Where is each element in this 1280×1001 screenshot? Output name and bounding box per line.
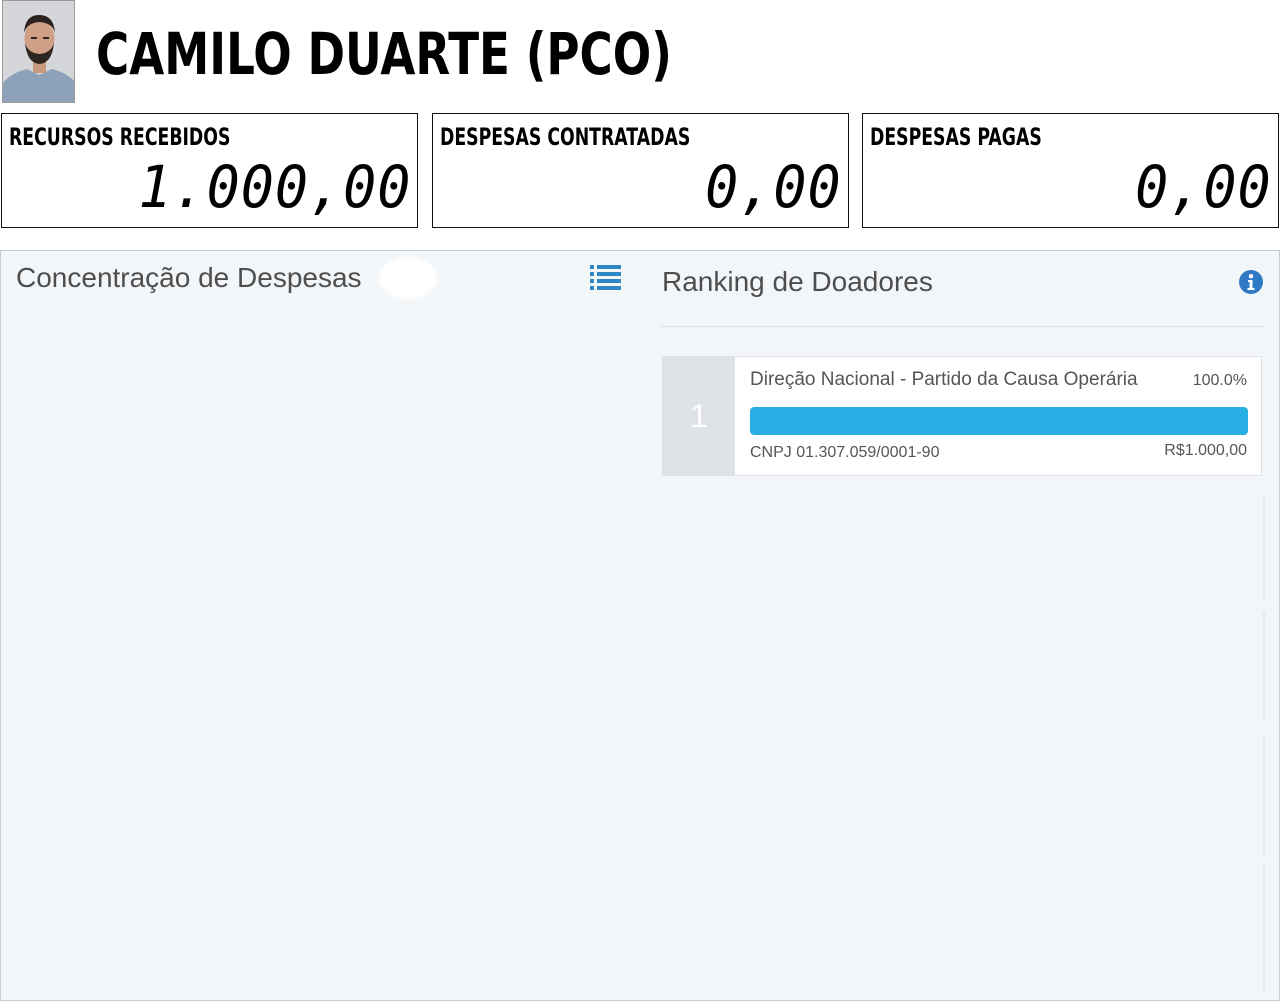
stat-value: 0,00 — [1135, 153, 1272, 221]
stat-despesas-contratadas: DESPESAS CONTRATADAS 0,00 — [432, 113, 849, 228]
panel-divider — [661, 326, 1263, 327]
stat-value: 1.000,00 — [138, 153, 411, 221]
candidate-name: CAMILO DUARTE (PCO) — [96, 20, 672, 88]
donor-cnpj: CNPJ 01.307.059/0001-90 — [750, 444, 940, 461]
redaction-blur — [379, 257, 437, 299]
stat-value: 0,00 — [705, 153, 842, 221]
donor-amount: R$1.000,00 — [1164, 442, 1247, 459]
donor-name: Direção Nacional - Partido da Causa Oper… — [750, 369, 1138, 390]
donors-panel-title: Ranking de Doadores — [662, 266, 933, 297]
candidate-photo — [2, 0, 75, 103]
donor-share-bar-fill — [750, 407, 1248, 435]
info-icon[interactable] — [1238, 269, 1264, 295]
donor-share-bar — [750, 407, 1248, 435]
scroll-track-segment — [1263, 611, 1265, 721]
donor-card[interactable]: 1 Direção Nacional - Partido da Causa Op… — [662, 356, 1262, 476]
stat-recursos-recebidos: RECURSOS RECEBIDOS 1.000,00 — [1, 113, 418, 228]
donor-percentage: 100.0% — [1192, 372, 1247, 389]
stat-label: DESPESAS PAGAS — [870, 123, 1042, 151]
scroll-track-segment — [1263, 864, 1265, 994]
scroll-track-segment — [1263, 496, 1265, 601]
list-icon[interactable] — [590, 264, 621, 290]
expenses-panel-title: Concentração de Despesas — [16, 262, 362, 293]
dashboard-panel: Concentração de Despesas Ranking de Doad… — [0, 250, 1280, 1001]
scroll-track-segment — [1263, 736, 1265, 854]
stat-label: DESPESAS CONTRATADAS — [440, 123, 691, 151]
stat-despesas-pagas: DESPESAS PAGAS 0,00 — [862, 113, 1279, 228]
donor-rank: 1 — [663, 357, 735, 475]
stat-label: RECURSOS RECEBIDOS — [9, 123, 231, 151]
